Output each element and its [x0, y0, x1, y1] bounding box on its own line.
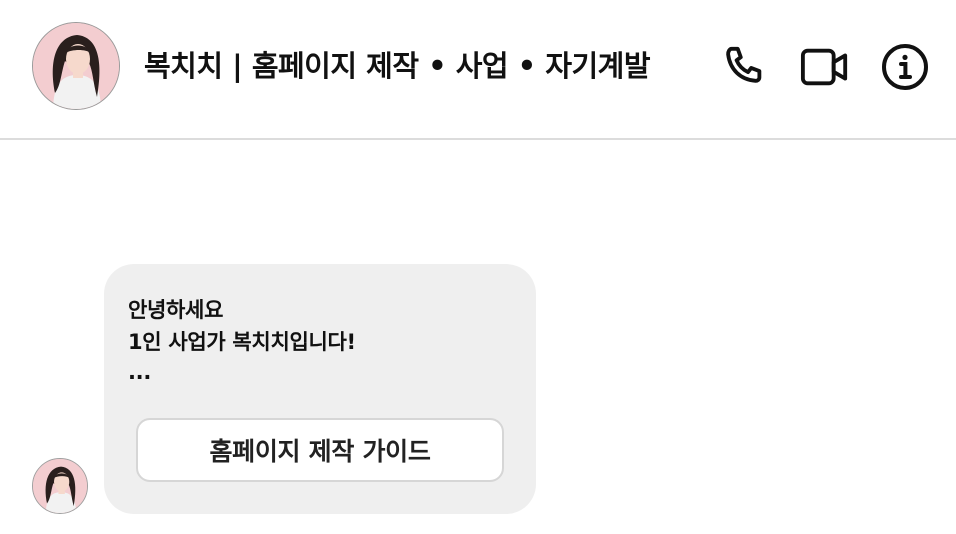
- avatar-portrait-icon: [33, 459, 87, 513]
- profile-avatar[interactable]: [32, 22, 120, 110]
- message-bubble: 안녕하세요 1인 사업가 복치치입니다! ... 홈페이지 제작 가이드: [104, 264, 536, 514]
- sender-avatar[interactable]: [32, 458, 88, 514]
- phone-icon[interactable]: [720, 42, 770, 92]
- chat-title: 복치치 | 홈페이지 제작 • 사업 • 자기계발: [144, 49, 651, 83]
- message-line: 1인 사업가 복치치입니다!: [128, 330, 356, 354]
- video-camera-icon[interactable]: [800, 42, 850, 92]
- message-line: ...: [128, 360, 152, 384]
- message-line: 안녕하세요: [128, 298, 224, 322]
- homepage-guide-button[interactable]: 홈페이지 제작 가이드: [136, 418, 504, 482]
- avatar-portrait-icon: [33, 23, 119, 109]
- info-icon[interactable]: [880, 42, 930, 92]
- chat-header: 복치치 | 홈페이지 제작 • 사업 • 자기계발: [0, 0, 956, 140]
